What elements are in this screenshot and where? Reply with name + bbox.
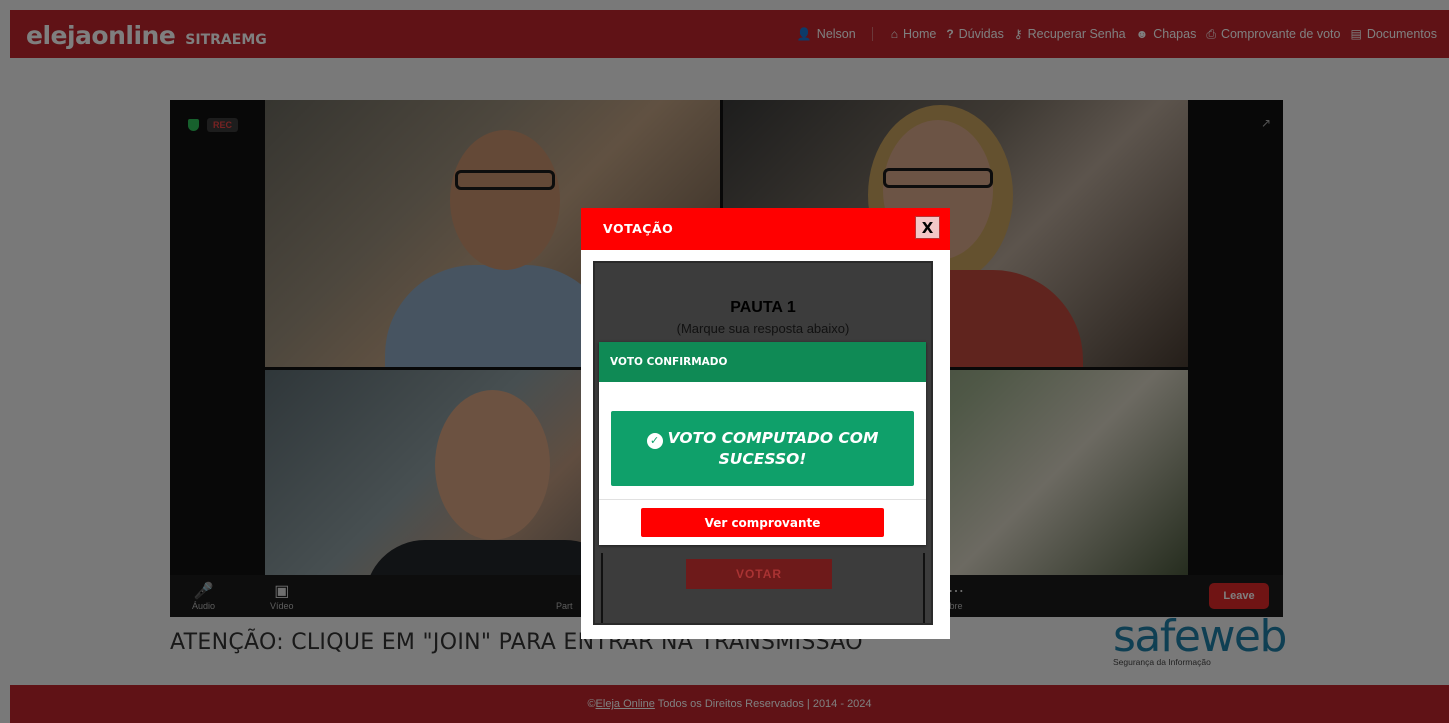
modal-title: VOTAÇÃO bbox=[603, 221, 674, 236]
confirmation-header: VOTO CONFIRMADO bbox=[599, 342, 926, 382]
modal-header: VOTAÇÃO X bbox=[581, 208, 950, 250]
ver-comprovante-button[interactable]: Ver comprovante bbox=[641, 508, 884, 537]
vote-confirmation-dialog: VOTO CONFIRMADO ✓ VOTO COMPUTADO COM SUCE… bbox=[599, 342, 926, 545]
panel-divider bbox=[601, 553, 603, 623]
success-text: VOTO COMPUTADO COM SUCESSO! bbox=[667, 429, 879, 468]
pauta-instruction: (Marque sua resposta abaixo) bbox=[676, 321, 850, 336]
divider bbox=[599, 499, 926, 500]
success-message: ✓ VOTO COMPUTADO COM SUCESSO! bbox=[611, 411, 914, 486]
check-circle-icon: ✓ bbox=[646, 433, 663, 449]
votar-button[interactable]: VOTAR bbox=[686, 559, 832, 589]
voting-modal: VOTAÇÃO X PAUTA 1 (Marque sua resposta a… bbox=[581, 208, 950, 639]
pauta-title: PAUTA 1 bbox=[730, 299, 796, 316]
panel-divider bbox=[923, 553, 925, 623]
close-button[interactable]: X bbox=[915, 216, 940, 239]
